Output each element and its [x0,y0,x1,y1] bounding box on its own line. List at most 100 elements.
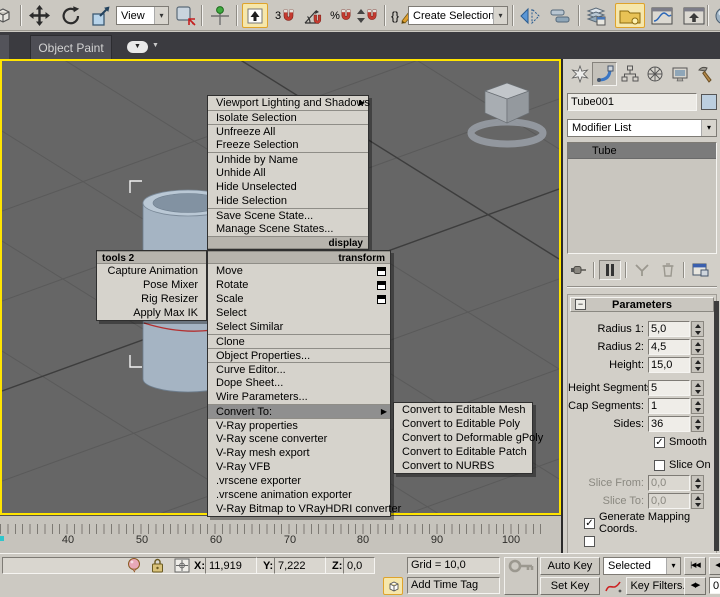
go-to-start-button[interactable]: |◀◀ [684,557,706,575]
set-keys-button[interactable] [504,557,538,595]
menu-item-manage-scene-states[interactable]: Manage Scene States... [208,222,368,236]
sides-spinner[interactable] [691,416,704,432]
menu-item-object-properties[interactable]: Object Properties... [208,348,390,362]
settings-box-icon[interactable] [377,295,386,304]
spinner-down-icon[interactable] [692,388,703,395]
height-segments-field[interactable]: 5 [648,380,690,396]
key-mode-toggle-button[interactable]: ◀▶ [684,577,706,595]
menu-item-hide-selection[interactable]: Hide Selection [208,194,368,208]
menu-item-unhide-by-name[interactable]: Unhide by Name [208,152,368,166]
configure-modifier-sets-button[interactable] [689,260,711,280]
material-editor-button[interactable] [711,3,720,28]
height-segments-spinner[interactable] [691,380,704,396]
schematic-view-button[interactable] [681,3,707,28]
menu-item-convert-editable-mesh[interactable]: Convert to Editable Mesh [394,403,532,417]
named-selection-set-dropdown[interactable]: Create Selection Se ▾ [408,6,508,25]
ribbon-edge-tab[interactable] [0,35,9,59]
auto-key-button[interactable]: Auto Key [540,557,600,575]
select-and-rotate-button[interactable] [58,3,84,28]
menu-item-freeze-selection[interactable]: Freeze Selection [208,138,368,152]
spinner-up-icon[interactable] [692,358,703,365]
time-slider-marker[interactable] [0,536,4,541]
align-button[interactable] [547,3,573,28]
spinner-down-icon[interactable] [692,329,703,336]
radius1-spinner[interactable] [691,321,704,337]
object-name-field[interactable] [567,93,697,111]
selection-lock-toggle[interactable] [150,557,165,577]
menu-item-convert-editable-poly[interactable]: Convert to Editable Poly [394,417,532,431]
default-in-out-tangents-button[interactable] [604,579,622,597]
pin-stack-button[interactable] [567,260,589,280]
spinner-up-icon[interactable] [692,381,703,388]
clipped-checkbox[interactable] [584,536,595,547]
menu-item-vrscene-exporter[interactable]: .vrscene exporter [208,474,390,488]
modifier-stack[interactable]: Tube [567,142,717,254]
radius1-field[interactable]: 5,0 [648,321,690,337]
current-frame-field[interactable] [709,577,720,594]
menu-item-vray-mesh-export[interactable]: V-Ray mesh export [208,446,390,460]
menu-item-convert-deformable-gpoly[interactable]: Convert to Deformable gPoly [394,431,532,445]
settings-box-icon[interactable] [377,267,386,276]
menu-item-clone[interactable]: Clone [208,334,390,348]
menu-item-vray-scene-converter[interactable]: V-Ray scene converter [208,432,390,446]
menu-item-isolate-selection[interactable]: Isolate Selection [208,110,368,124]
settings-box-icon[interactable] [377,281,386,290]
ribbon-dropdown-arrow-icon[interactable]: ▼ [152,42,159,49]
tab-modify[interactable] [592,62,617,86]
menu-item-dope-sheet[interactable]: Dope Sheet... [208,376,390,390]
selection-filter-dropdown[interactable]: Selected ▾ [603,557,681,575]
object-color-swatch[interactable] [701,94,717,110]
y-coordinate-field[interactable] [274,557,326,574]
time-tag-cube-button[interactable] [383,577,403,595]
menu-item-unhide-all[interactable]: Unhide All [208,166,368,180]
select-and-scale-button[interactable] [88,3,114,28]
chevron-down-icon[interactable]: ▾ [493,7,507,24]
chevron-down-icon[interactable]: ▾ [701,120,716,136]
menu-item-convert-to[interactable]: Convert To:▶ [208,404,390,418]
spinner-down-icon[interactable] [692,347,703,354]
menu-item-vray-vfb[interactable]: V-Ray VFB [208,460,390,474]
maxscript-listener-button[interactable] [126,557,142,577]
spinner-up-icon[interactable] [692,340,703,347]
track-bar[interactable]: 40 50 60 70 80 90 100 [0,515,561,553]
menu-item-scale[interactable]: Scale [208,292,390,306]
spinner-down-icon[interactable] [692,424,703,431]
curve-editor-button[interactable] [649,3,675,28]
menu-item-convert-editable-patch[interactable]: Convert to Editable Patch [394,445,532,459]
spinner-up-icon[interactable] [692,399,703,406]
panel-scrollbar[interactable] [714,301,719,551]
snap-toggle-3d-button[interactable]: 3 [272,3,298,28]
spinner-down-icon[interactable] [692,406,703,413]
cap-segments-spinner[interactable] [691,398,704,414]
snaps-toolbar-cube-icon[interactable] [0,3,14,28]
stack-item-tube[interactable]: Tube [568,143,716,159]
slice-on-checkbox[interactable] [654,460,665,471]
modifier-list-dropdown[interactable]: Modifier List ▾ [567,119,717,137]
menu-item-wire-parameters[interactable]: Wire Parameters... [208,390,390,404]
spinner-up-icon[interactable] [692,322,703,329]
percent-snap-toggle-button[interactable]: % [328,3,354,28]
menu-item-save-scene-state[interactable]: Save Scene State... [208,208,368,222]
menu-item-vrscene-animation-exporter[interactable]: .vrscene animation exporter [208,488,390,502]
set-key-button[interactable]: Set Key [540,577,600,595]
collapse-icon[interactable]: − [575,299,586,310]
chevron-down-icon[interactable]: ▾ [666,558,680,574]
menu-item-select[interactable]: Select [208,306,390,320]
tab-object-paint[interactable]: Object Paint [30,35,112,59]
menu-item-curve-editor[interactable]: Curve Editor... [208,362,390,376]
make-unique-button[interactable] [631,260,653,280]
ribbon-minimize-button[interactable]: ▼ [127,41,148,53]
select-and-manipulate-button[interactable] [207,3,233,28]
menu-item-capture-animation[interactable]: Capture Animation [97,264,206,278]
generate-mapping-checkbox[interactable]: ✓ [584,518,595,529]
sides-field[interactable]: 36 [648,416,690,432]
tab-display[interactable] [667,62,692,86]
menu-item-rig-resizer[interactable]: Rig Resizer [97,292,206,306]
keyboard-shortcut-override-toggle[interactable] [242,3,268,28]
layer-manager-button[interactable] [583,3,609,28]
previous-frame-button[interactable]: ◀ [709,557,720,575]
reference-coordinate-dropdown[interactable]: View ▾ [116,6,169,25]
spinner-snap-toggle-button[interactable] [354,3,380,28]
tab-motion[interactable] [642,62,667,86]
menu-item-apply-max-ik[interactable]: Apply Max IK [97,306,206,320]
